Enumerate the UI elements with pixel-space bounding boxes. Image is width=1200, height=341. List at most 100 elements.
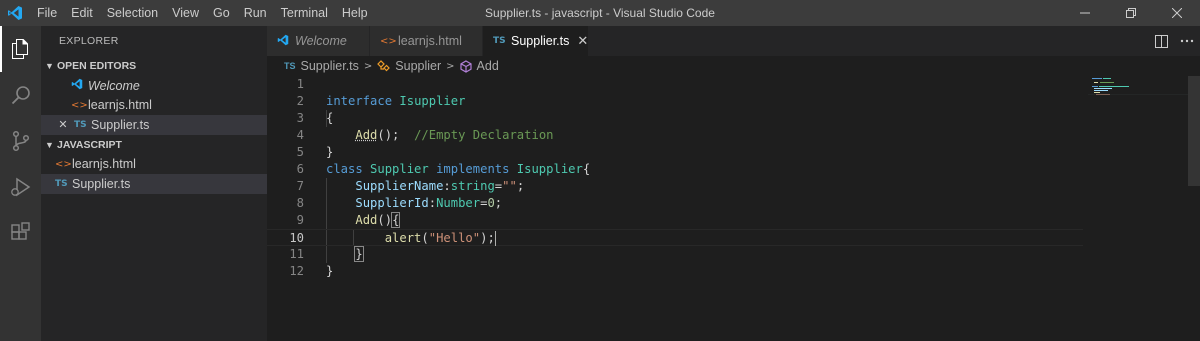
tab-label: Welcome	[295, 34, 347, 48]
close-tab-icon[interactable]: ✕	[577, 34, 588, 49]
ts-icon: TS	[55, 178, 68, 189]
more-actions-button[interactable]	[1174, 39, 1200, 43]
menu-edit[interactable]: Edit	[64, 0, 100, 26]
file-label: Supplier.ts	[72, 176, 131, 191]
chevron-right-icon: >	[363, 60, 373, 72]
code-text: {	[326, 111, 334, 125]
punctuation: ;	[494, 196, 503, 210]
code-line: 8 SupplierId:Number=0;	[267, 195, 1083, 212]
punctuation: ();	[377, 128, 400, 142]
split-editor-button[interactable]	[1148, 34, 1174, 48]
code-line: 2 interface Isupplier	[267, 93, 1083, 110]
run-debug-icon	[10, 177, 30, 197]
punctuation: {	[582, 162, 591, 176]
line-number: 3	[296, 111, 304, 125]
line-number: 8	[296, 196, 304, 210]
open-editor-learnjs[interactable]: <> learnjs.html	[41, 96, 267, 116]
vscode-icon	[71, 78, 83, 93]
menu-run[interactable]: Run	[237, 0, 274, 26]
folder-header[interactable]: ▼ JAVASCRIPT	[41, 135, 267, 155]
title-bar: File Edit Selection View Go Run Terminal…	[0, 0, 1200, 26]
open-editor-welcome[interactable]: Welcome	[41, 76, 267, 96]
more-icon	[1180, 39, 1194, 43]
line-number: 1	[296, 77, 304, 91]
explorer-sidebar: EXPLORER ▼ OPEN EDITORS Welcome <> learn…	[41, 26, 267, 341]
ts-icon: TS	[493, 36, 506, 46]
menu-help[interactable]: Help	[335, 0, 375, 26]
code-line: 3 {	[267, 110, 1083, 127]
close-window-button[interactable]	[1154, 0, 1200, 26]
code-line: 11 }	[267, 246, 1083, 263]
property-name: SupplierName	[355, 179, 444, 193]
run-debug-activity[interactable]	[0, 164, 41, 210]
ts-icon: TS	[284, 61, 296, 71]
punctuation: :	[428, 196, 437, 210]
type-name: Isupplier	[516, 162, 583, 176]
chevron-down-icon: ▼	[45, 139, 54, 150]
minimize-button[interactable]	[1062, 0, 1108, 26]
punctuation: :	[443, 179, 451, 193]
tab-welcome[interactable]: Welcome	[267, 26, 370, 56]
ts-icon: TS	[74, 119, 87, 130]
current-code-line: 10 alert("Hello");	[267, 229, 1083, 246]
menu-file[interactable]: File	[30, 0, 64, 26]
menu-selection[interactable]: Selection	[100, 0, 165, 26]
minimap-line	[1094, 92, 1100, 93]
tab-learnjs[interactable]: <> learnjs.html	[370, 26, 483, 56]
code-line: 9 Add(){	[267, 212, 1083, 229]
punctuation: ()	[377, 213, 393, 227]
file-learnjs[interactable]: <> learnjs.html	[41, 155, 267, 175]
explorer-activity[interactable]	[0, 26, 41, 72]
text-cursor	[494, 231, 496, 246]
restore-button[interactable]	[1108, 0, 1154, 26]
number-literal: 0	[487, 196, 495, 210]
open-editor-supplier[interactable]: ✕ TS Supplier.ts	[41, 115, 267, 135]
code-text: }	[326, 145, 334, 159]
function-name: Add	[355, 213, 378, 227]
function-name: Add	[355, 128, 378, 142]
code-editor[interactable]: 1 2 interface Isupplier 3 { 4 Add(); //E…	[267, 76, 1200, 341]
breadcrumb-class[interactable]: Supplier	[395, 59, 441, 73]
keyword: implements	[436, 162, 510, 176]
string-literal: ""	[502, 179, 517, 193]
vertical-scrollbar[interactable]	[1188, 76, 1200, 186]
breadcrumb: TS Supplier.ts > Supplier > Add	[267, 56, 1200, 76]
keyword: class	[326, 162, 363, 176]
editor-tabs: Welcome <> learnjs.html TS Supplier.ts ✕	[267, 26, 1200, 56]
file-supplier[interactable]: TS Supplier.ts	[41, 174, 267, 194]
menu-bar: File Edit Selection View Go Run Terminal…	[30, 0, 375, 26]
open-editor-label: Supplier.ts	[91, 117, 150, 132]
search-activity[interactable]	[0, 72, 41, 118]
method-icon	[459, 59, 472, 73]
files-icon	[11, 39, 28, 59]
menu-view[interactable]: View	[165, 0, 206, 26]
extensions-icon	[10, 222, 30, 240]
type-name: Isupplier	[399, 94, 466, 108]
window-controls	[1062, 0, 1200, 26]
type-name: Number	[436, 196, 481, 210]
code-line: 4 Add(); //Empty Declaration	[267, 127, 1083, 144]
close-icon	[1172, 8, 1182, 18]
open-editors-header[interactable]: ▼ OPEN EDITORS	[41, 56, 267, 76]
class-icon	[377, 60, 391, 72]
source-control-activity[interactable]	[0, 118, 41, 164]
line-number: 9	[296, 213, 304, 227]
source-control-icon	[12, 130, 29, 152]
minimap[interactable]	[1088, 76, 1188, 136]
tab-supplier[interactable]: TS Supplier.ts ✕	[483, 26, 589, 56]
open-editor-label: Welcome	[88, 78, 140, 93]
type-name: Supplier	[370, 162, 429, 176]
breadcrumb-method[interactable]: Add	[477, 59, 499, 73]
extensions-activity[interactable]	[0, 210, 41, 256]
breadcrumb-file[interactable]: Supplier.ts	[301, 59, 359, 73]
sidebar-title: EXPLORER	[59, 35, 119, 47]
close-editor-icon[interactable]: ✕	[57, 118, 69, 131]
menu-go[interactable]: Go	[206, 0, 237, 26]
minimap-current-line	[1088, 94, 1188, 95]
type-name: string	[450, 179, 495, 193]
line-number: 6	[296, 162, 304, 176]
html-icon: <>	[71, 99, 88, 111]
line-number: 7	[296, 179, 304, 193]
punctuation: (	[421, 231, 429, 245]
menu-terminal[interactable]: Terminal	[274, 0, 335, 26]
